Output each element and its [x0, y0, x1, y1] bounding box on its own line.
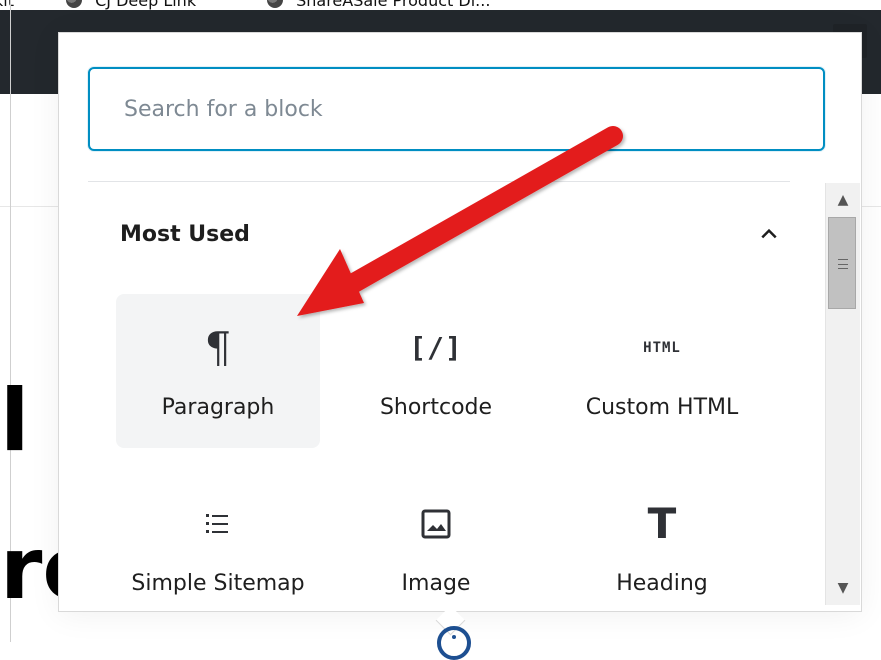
bookmark-label: CJ Deep Link — [95, 0, 197, 10]
heading-block-button[interactable]: T Heading — [560, 470, 764, 624]
block-label: Heading — [616, 570, 708, 596]
most-used-header[interactable]: Most Used — [120, 214, 780, 254]
bookmark-kit[interactable]: kit — [0, 0, 14, 10]
info-icon — [437, 626, 471, 660]
custom-html-block-button[interactable]: HTML Custom HTML — [560, 294, 764, 448]
search-input[interactable] — [88, 67, 825, 151]
simple-sitemap-block-button[interactable]: Simple Sitemap — [116, 470, 320, 624]
globe-icon — [267, 0, 283, 8]
scroll-up-arrow-icon[interactable]: ▲ — [826, 183, 860, 217]
paragraph-block-button[interactable]: ¶ Paragraph — [116, 294, 320, 448]
scrollbar[interactable]: ▲ ▼ — [825, 183, 860, 605]
block-label: Shortcode — [379, 394, 493, 420]
bookmark-label: ShareASale Product Di... — [296, 0, 491, 10]
chevron-up-icon[interactable] — [758, 223, 780, 245]
grip-icon — [838, 259, 848, 269]
heading-icon: T — [647, 499, 677, 548]
image-block-button[interactable]: Image — [334, 470, 538, 624]
scroll-down-arrow-icon[interactable]: ▼ — [826, 571, 860, 605]
globe-icon — [66, 0, 82, 8]
bookmark-label: kit — [0, 0, 14, 10]
block-label: Image — [401, 570, 471, 596]
block-label: Simple Sitemap — [131, 570, 305, 596]
image-icon — [419, 499, 453, 549]
background-heading-fragment: l — [0, 371, 30, 471]
section-divider — [88, 181, 790, 182]
bookmark-shareasale-product-di[interactable]: ShareASale Product Di... — [267, 0, 490, 10]
shortcode-icon: [/] — [409, 331, 463, 364]
bookmark-cj-deep-link[interactable]: CJ Deep Link — [66, 0, 196, 10]
block-label: Custom HTML — [585, 394, 739, 420]
pilcrow-icon: ¶ — [204, 322, 232, 372]
list-icon — [204, 499, 232, 549]
scrollbar-thumb[interactable] — [828, 217, 856, 309]
section-title: Most Used — [120, 221, 250, 247]
block-label: Paragraph — [161, 394, 275, 420]
search-wrapper — [88, 67, 825, 151]
html-icon: HTML — [643, 339, 681, 356]
shortcode-block-button[interactable]: [/] Shortcode — [334, 294, 538, 448]
